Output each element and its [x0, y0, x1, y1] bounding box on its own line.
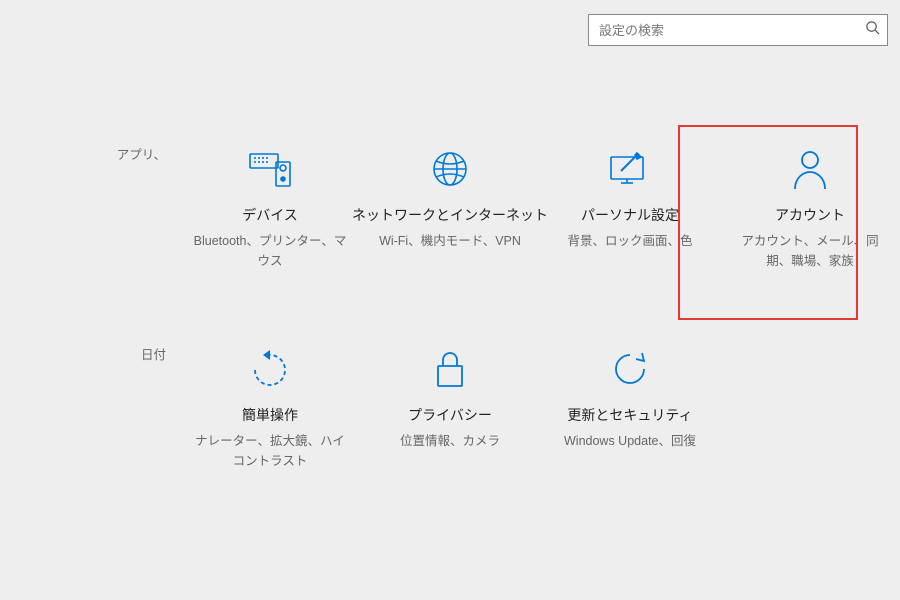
tile-desc: Bluetooth、プリンター、マウス [190, 231, 350, 271]
tile-title: パーソナル設定 [581, 205, 679, 225]
tile-accounts[interactable]: アカウント アカウント、メール、同期、職場、家族 [720, 145, 900, 345]
tile-title: デバイス [242, 205, 298, 225]
settings-grid: アプリ、 デバイス Bluetooth、プリンター、マウス ネットワークとインタ [0, 145, 900, 545]
tile-ease-of-access[interactable]: 簡単操作 ナレーター、拡大鏡、ハイコントラスト [180, 345, 360, 545]
grid-col-partial-1: 日付 [0, 345, 180, 545]
tile-system-partial[interactable]: アプリ、 [0, 145, 180, 165]
search-container [588, 14, 888, 46]
tile-network[interactable]: ネットワークとインターネット Wi-Fi、機内モード、VPN [360, 145, 540, 345]
tile-title: ネットワークとインターネット [352, 205, 548, 225]
tile-privacy[interactable]: プライバシー 位置情報、カメラ [360, 345, 540, 545]
devices-icon [246, 145, 294, 193]
tile-title: プライバシー [408, 405, 492, 425]
tile-desc: Wi-Fi、機内モード、VPN [379, 231, 521, 251]
tile-desc: アカウント、メール、同期、職場、家族 [730, 231, 890, 271]
person-icon [790, 145, 830, 193]
tile-title: 簡単操作 [242, 405, 298, 425]
ease-of-access-icon [249, 345, 291, 393]
tile-desc: ナレーター、拡大鏡、ハイコントラスト [190, 431, 350, 471]
tile-devices[interactable]: デバイス Bluetooth、プリンター、マウス [180, 145, 360, 345]
personalization-icon [607, 145, 653, 193]
update-icon [609, 345, 651, 393]
tile-title: 更新とセキュリティ [567, 405, 692, 425]
grid-col-partial-0: アプリ、 [0, 145, 180, 345]
tile-time-partial[interactable]: 日付 [0, 345, 180, 365]
tile-title: アカウント [775, 205, 845, 225]
tile-desc: 位置情報、カメラ [400, 431, 500, 451]
search-input[interactable] [588, 14, 888, 46]
lock-icon [433, 345, 467, 393]
tile-desc: アプリ、 [117, 145, 166, 165]
tile-personalization[interactable]: パーソナル設定 背景、ロック画面、色 [540, 145, 720, 345]
tile-desc: 背景、ロック画面、色 [567, 231, 692, 251]
tile-update-security[interactable]: 更新とセキュリティ Windows Update、回復 [540, 345, 720, 545]
globe-icon [430, 145, 470, 193]
tile-desc: 日付 [141, 345, 166, 365]
tile-desc: Windows Update、回復 [564, 431, 696, 451]
